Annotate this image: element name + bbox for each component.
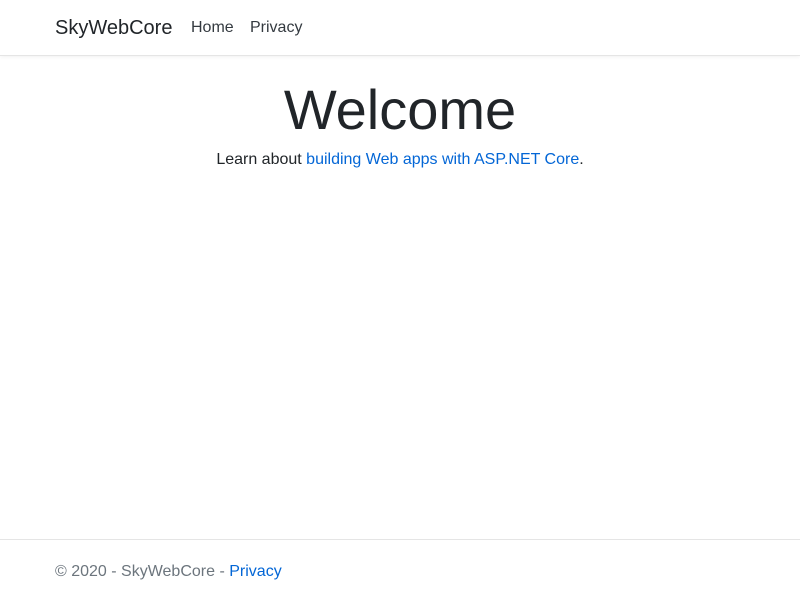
intro-suffix: . (579, 151, 584, 168)
aspnet-docs-link[interactable]: building Web apps with ASP.NET Core (306, 151, 579, 168)
footer: © 2020 - SkyWebCore - Privacy (0, 539, 800, 600)
footer-copyright: © 2020 - SkyWebCore - (55, 563, 230, 580)
navbar: SkyWebCore Home Privacy (0, 0, 800, 56)
nav-home-link[interactable]: Home (191, 18, 234, 38)
brand-link[interactable]: SkyWebCore (55, 16, 172, 40)
intro-text: Learn about building Web apps with ASP.N… (0, 150, 800, 170)
footer-privacy-link[interactable]: Privacy (229, 563, 281, 580)
nav-privacy-link[interactable]: Privacy (250, 18, 302, 38)
intro-prefix: Learn about (216, 151, 307, 168)
page-title: Welcome (283, 78, 517, 141)
footer-text: © 2020 - SkyWebCore - Privacy (55, 562, 282, 582)
